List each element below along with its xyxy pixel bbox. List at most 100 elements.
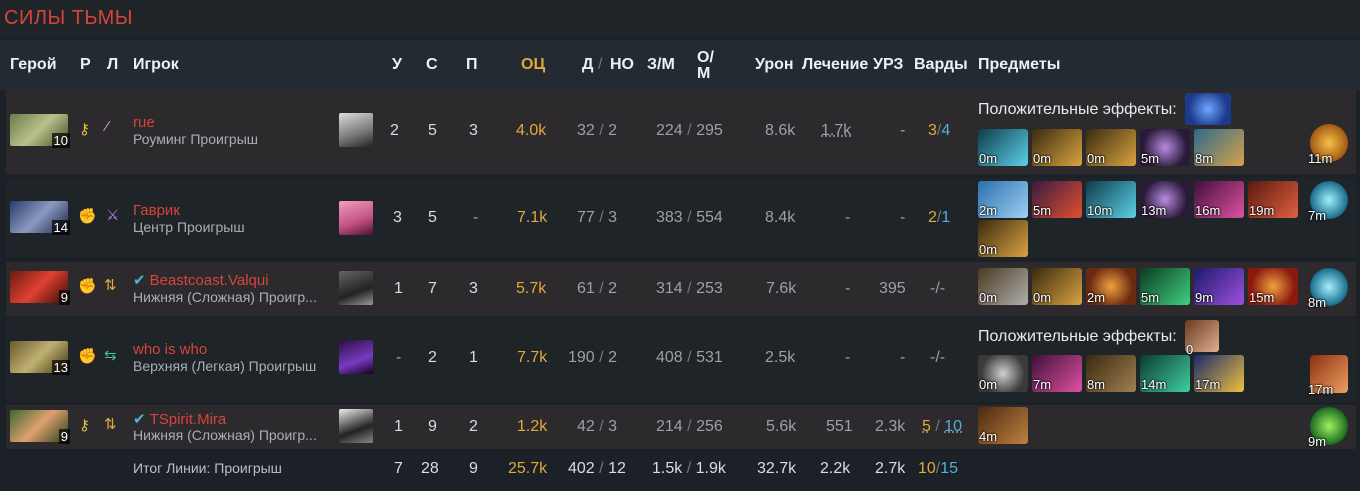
kills: 1 (394, 280, 403, 297)
obs-wards[interactable]: 5 (922, 418, 931, 435)
header-kills[interactable]: У (392, 56, 402, 74)
slash: / (599, 460, 604, 477)
total-assists: 9 (469, 460, 478, 477)
header-denies[interactable]: НО (610, 56, 634, 74)
header-xpm-top[interactable]: О/ (697, 50, 714, 66)
healing: - (845, 280, 851, 297)
hero-portrait[interactable]: 14 (10, 201, 70, 235)
item-time: 0m (979, 290, 998, 305)
header-lane[interactable]: Л (107, 56, 118, 74)
player-name[interactable]: rue (133, 114, 155, 131)
item-icon[interactable]: 5m (1140, 268, 1190, 305)
gpm: 314 (656, 280, 683, 297)
header-wards[interactable]: Варды (914, 56, 968, 74)
neutral-time: 7m (1308, 208, 1327, 223)
item-icon[interactable]: 0m (978, 129, 1028, 166)
item-icon[interactable]: 13m (1140, 181, 1190, 218)
player-name[interactable]: who is who (133, 341, 207, 358)
item-time: 0m (979, 242, 998, 257)
slash: / (599, 418, 604, 435)
avatar[interactable] (339, 409, 373, 443)
item-icon[interactable]: 7m (1032, 355, 1082, 392)
header-net-worth[interactable]: ОЦ (521, 56, 545, 74)
header-hero[interactable]: Герой (10, 56, 57, 74)
player-name-text[interactable]: TSpirit.Mira (150, 411, 227, 428)
hero-portrait[interactable]: 13 (10, 341, 70, 375)
table-header (0, 40, 1360, 90)
slash: / (687, 122, 692, 139)
header-heal[interactable]: Лечение (802, 56, 868, 74)
avatar[interactable] (339, 113, 373, 147)
item-icon[interactable]: 0m (978, 220, 1028, 257)
avatar[interactable] (339, 340, 373, 374)
item-icon[interactable]: 8m (1086, 355, 1136, 392)
item-icon[interactable]: 2m (1086, 268, 1136, 305)
item-time: 5m (1033, 203, 1052, 218)
hero-portrait[interactable]: 9 (10, 410, 70, 444)
arrows-icon: ⇅ (104, 416, 117, 433)
total-deaths: 28 (421, 460, 439, 477)
player-lane-result: Роуминг Проигрыш (133, 131, 259, 147)
header-items: Предметы (978, 56, 1061, 73)
assists: 2 (469, 418, 478, 435)
gpm-xpm: 314 / 253 (656, 280, 723, 298)
neutral-time: 17m (1308, 382, 1334, 397)
item-icon[interactable]: 5m (1140, 129, 1190, 166)
neutral-item-icon[interactable]: 17m (1308, 355, 1348, 397)
item-icon[interactable]: 9m (1194, 268, 1244, 305)
item-time: 16m (1195, 203, 1221, 218)
item-icon[interactable]: 16m (1194, 181, 1244, 218)
totals-label: Итог Линии: Проигрыш (133, 460, 282, 476)
sentry-wards[interactable]: 10 (944, 418, 962, 435)
item-icon[interactable]: 15m (1248, 268, 1298, 305)
item-icon[interactable]: 8m (1194, 129, 1244, 166)
header-role[interactable]: Р (80, 56, 91, 74)
last-hits: 32 (577, 122, 595, 139)
item-icon[interactable]: 10m (1086, 181, 1136, 218)
last-hits-denies: 77 / 3 (577, 209, 617, 227)
assists: 1 (469, 349, 478, 366)
aghanim-shard-icon[interactable] (1185, 93, 1231, 125)
header-damage[interactable]: Урон (755, 56, 794, 74)
item-icon[interactable]: 0m (978, 355, 1028, 392)
item-icon[interactable]: 19m (1248, 181, 1298, 218)
hero-portrait[interactable]: 9 (10, 271, 70, 305)
header-last-hits[interactable]: Д (582, 56, 593, 74)
net-worth: 7.1k (517, 209, 548, 226)
header-xpm-bottom[interactable]: М (697, 66, 710, 82)
buff-icon[interactable]: 0 (1185, 320, 1219, 357)
neutral-item-icon[interactable]: 8m (1308, 268, 1348, 310)
player-name-text[interactable]: Beastcoast.Valqui (150, 272, 269, 289)
avatar[interactable] (339, 271, 373, 305)
player-name[interactable]: Гаврик (133, 202, 180, 219)
header-deaths[interactable]: С (426, 56, 438, 74)
item-icon[interactable]: 5m (1032, 181, 1082, 218)
sword-dots-icon: ⁄ (106, 118, 109, 135)
item-icon[interactable]: 0m (978, 268, 1028, 305)
item-icon[interactable]: 0m (1032, 268, 1082, 305)
total-last-hits: 402 (568, 460, 595, 477)
healing[interactable]: 1.7k (821, 122, 851, 140)
building-damage: - (900, 122, 906, 139)
item-icon[interactable]: 0m (1032, 129, 1082, 166)
buff-label: Положительные эффекты: (978, 328, 1177, 345)
hero-portrait[interactable]: 10 (10, 114, 70, 148)
xpm: 295 (696, 122, 723, 139)
wards: 3/4 (928, 122, 950, 140)
item-icon[interactable]: 14m (1140, 355, 1190, 392)
neutral-item-icon[interactable]: 11m (1308, 124, 1348, 166)
header-assists[interactable]: П (466, 56, 478, 74)
avatar[interactable] (339, 201, 373, 235)
header-player[interactable]: Игрок (133, 56, 179, 74)
item-icon[interactable]: 17m (1194, 355, 1244, 392)
header-gpm[interactable]: З/М (647, 56, 675, 74)
kills: 3 (393, 209, 402, 226)
hero-level: 9 (58, 429, 70, 444)
item-icon[interactable]: 4m (978, 407, 1028, 444)
header-building[interactable]: УРЗ (873, 56, 903, 74)
neutral-item-icon[interactable]: 7m (1308, 181, 1348, 223)
neutral-item-icon[interactable]: 9m (1308, 407, 1348, 449)
item-icon[interactable]: 0m (1086, 129, 1136, 166)
item-icon[interactable]: 2m (978, 181, 1028, 218)
kills: - (396, 349, 402, 366)
